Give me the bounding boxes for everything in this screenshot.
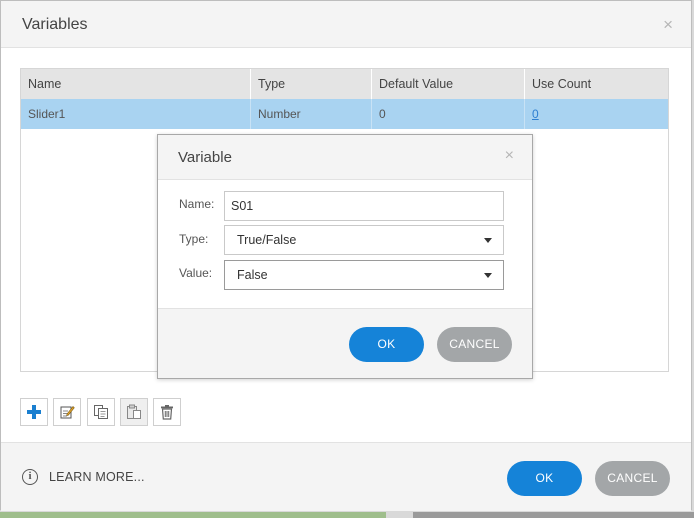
variable-dialog-header: Variable ×: [158, 135, 532, 180]
duplicate-variable-button[interactable]: [87, 398, 115, 426]
background-window-strip: [0, 512, 386, 518]
delete-variable-button[interactable]: [153, 398, 181, 426]
use-count-link[interactable]: 0: [532, 107, 539, 121]
copy-icon: [94, 405, 108, 419]
chevron-down-icon: [484, 273, 492, 278]
column-header-type[interactable]: Type: [251, 69, 372, 99]
variable-edit-dialog: Variable × Name: S01 Type: True/False Va…: [157, 134, 533, 379]
ok-button[interactable]: OK: [507, 461, 582, 496]
value-label: Value:: [179, 266, 213, 280]
value-select[interactable]: False: [224, 260, 504, 290]
cell-use-count: 0: [525, 99, 670, 129]
variable-cancel-button[interactable]: CANCEL: [437, 327, 512, 362]
edit-icon: [60, 406, 75, 419]
name-label: Name:: [179, 197, 215, 211]
cancel-button[interactable]: CANCEL: [595, 461, 670, 496]
dialog-header: Variables ×: [1, 1, 691, 48]
learn-more-link[interactable]: LEARN MORE...: [49, 470, 145, 484]
column-header-name[interactable]: Name: [21, 69, 251, 99]
background-window-strip: [413, 512, 694, 518]
chevron-down-icon: [484, 238, 492, 243]
name-input[interactable]: S01: [224, 191, 504, 221]
variable-dialog-title: Variable: [178, 149, 232, 166]
type-select-value: True/False: [237, 233, 297, 247]
variable-dialog-footer: OK CANCEL: [158, 308, 532, 378]
value-select-value: False: [237, 268, 268, 282]
variable-ok-button[interactable]: OK: [349, 327, 424, 362]
dialog-footer: i LEARN MORE... OK CANCEL: [1, 442, 691, 511]
paste-icon: [127, 404, 141, 419]
column-header-default-value[interactable]: Default Value: [372, 69, 525, 99]
table-row[interactable]: Slider1 Number 0 0: [21, 99, 668, 129]
type-select[interactable]: True/False: [224, 225, 504, 255]
cell-name: Slider1: [21, 99, 251, 129]
table-header: Name Type Default Value Use Count: [21, 69, 668, 99]
dialog-title: Variables: [22, 16, 88, 33]
cell-type: Number: [251, 99, 372, 129]
edit-variable-button[interactable]: [53, 398, 81, 426]
column-header-use-count[interactable]: Use Count: [525, 69, 670, 99]
type-label: Type:: [179, 232, 209, 246]
delete-icon: [161, 405, 173, 420]
close-icon[interactable]: ×: [505, 148, 514, 164]
add-variable-button[interactable]: [20, 398, 48, 426]
close-icon[interactable]: ×: [663, 16, 673, 33]
cell-default-value: 0: [372, 99, 525, 129]
paste-variable-button[interactable]: [120, 398, 148, 426]
add-icon: [27, 405, 41, 419]
info-icon[interactable]: i: [22, 469, 38, 485]
